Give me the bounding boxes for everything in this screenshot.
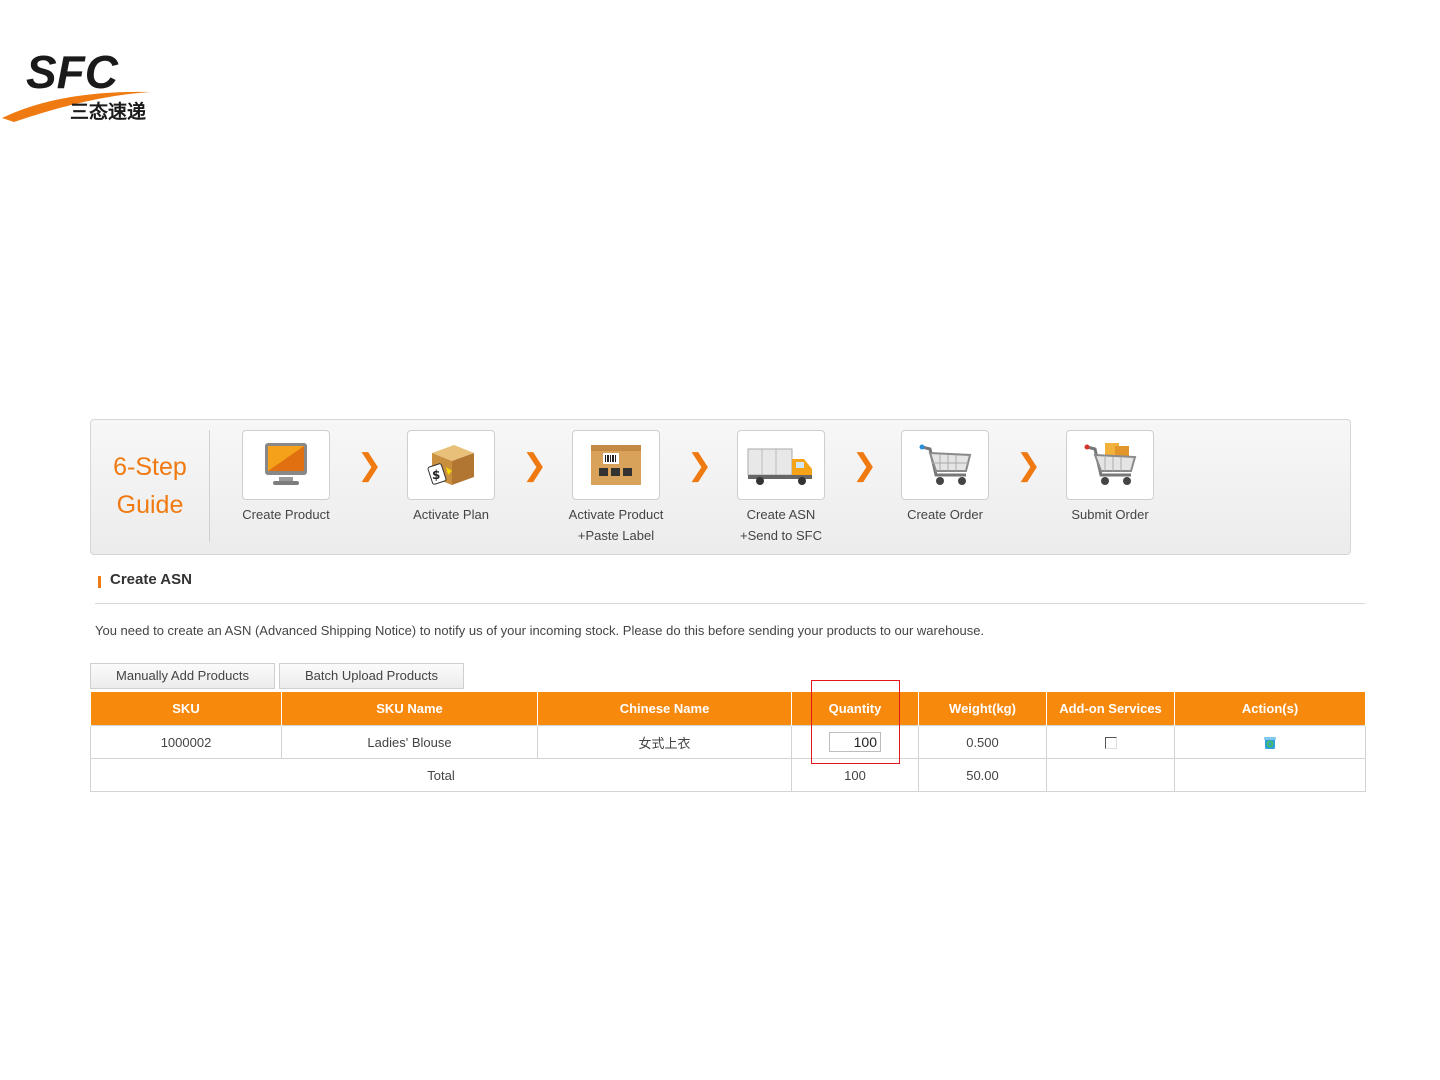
recycle-bin-icon[interactable] (1263, 736, 1277, 750)
column-header-quantity: Quantity (791, 692, 919, 726)
svg-text:三态速递: 三态速递 (70, 100, 146, 123)
step-create-product[interactable]: Create Product (221, 430, 351, 525)
total-actions-empty (1174, 758, 1366, 792)
chevron-right-icon: ❯ (1016, 448, 1042, 483)
total-addon-empty (1046, 758, 1175, 792)
section-title: Create ASN (110, 571, 192, 588)
section-description: You need to create an ASN (Advanced Ship… (95, 623, 985, 638)
step-label: Create ASN (746, 507, 816, 522)
cart-full-icon (1066, 430, 1154, 500)
guide-title-line1: 6-Step (113, 453, 187, 481)
total-label: Total (90, 758, 792, 792)
step-label: Create Order (907, 507, 983, 522)
truck-icon (737, 430, 825, 500)
addon-services-checkbox[interactable] (1104, 737, 1117, 750)
step-label-sub: +Send to SFC (739, 528, 823, 543)
sfc-logo: SFC 三态速递 (0, 40, 170, 130)
step-create-asn[interactable]: Create ASN +Send to SFC (716, 430, 846, 546)
table-total-row: Total 100 50.00 (90, 758, 1366, 792)
step-create-order[interactable]: Create Order (880, 430, 1010, 525)
monitor-icon (242, 430, 330, 500)
cell-quantity (791, 725, 919, 759)
column-header-sku: SKU (90, 692, 282, 726)
column-header-actions: Action(s) (1174, 692, 1366, 726)
cell-chinese-name: 女式上衣 (537, 725, 792, 759)
section-accent-bar (98, 576, 101, 588)
chevron-right-icon: ❯ (852, 448, 878, 483)
total-quantity: 100 (791, 758, 919, 792)
quantity-input[interactable] (829, 732, 881, 752)
cell-actions (1174, 725, 1366, 759)
cell-sku: 1000002 (90, 725, 282, 759)
step-label-sub: +Paste Label (577, 528, 655, 543)
column-header-addon-services: Add-on Services (1046, 692, 1175, 726)
cell-addon-services (1046, 725, 1175, 759)
cart-icon (901, 430, 989, 500)
asn-products-table: SKU SKU Name Chinese Name Quantity Weigh… (90, 692, 1366, 792)
cell-sku-name: Ladies' Blouse (281, 725, 538, 759)
guide-title: 6-Step Guide (91, 430, 210, 542)
chevron-right-icon: ❯ (522, 448, 548, 483)
step-label: Submit Order (1071, 507, 1149, 522)
step-activate-plan[interactable]: $ Activate Plan (386, 430, 516, 525)
step-label: Create Product (242, 507, 330, 522)
svg-text:$: $ (432, 468, 440, 482)
total-weight: 50.00 (918, 758, 1047, 792)
step-label: Activate Plan (413, 507, 489, 522)
chevron-right-icon: ❯ (357, 448, 383, 483)
step-submit-order[interactable]: Submit Order (1045, 430, 1175, 525)
guide-title-line2: Guide (116, 491, 184, 519)
step-label: Activate Product (568, 507, 664, 522)
tab-manually-add-products[interactable]: Manually Add Products (90, 663, 275, 689)
column-header-weight: Weight(kg) (918, 692, 1047, 726)
tab-batch-upload-products[interactable]: Batch Upload Products (279, 663, 464, 689)
svg-text:SFC: SFC (26, 46, 119, 98)
six-step-guide: 6-Step Guide Create Product ❯ $ Activate… (90, 419, 1351, 555)
cell-weight: 0.500 (918, 725, 1047, 759)
sfc-logo-graphic: SFC 三态速递 (2, 46, 150, 123)
chevron-right-icon: ❯ (687, 448, 713, 483)
step-activate-product[interactable]: Activate Product +Paste Label (551, 430, 681, 546)
table-header-row: SKU SKU Name Chinese Name Quantity Weigh… (90, 692, 1366, 726)
table-row: 1000002 Ladies' Blouse 女式上衣 0.500 (90, 725, 1366, 759)
section-header: Create ASN (95, 571, 1365, 604)
labeled-box-icon (572, 430, 660, 500)
column-header-chinese-name: Chinese Name (537, 692, 792, 726)
box-price-icon: $ (407, 430, 495, 500)
column-header-sku-name: SKU Name (281, 692, 538, 726)
